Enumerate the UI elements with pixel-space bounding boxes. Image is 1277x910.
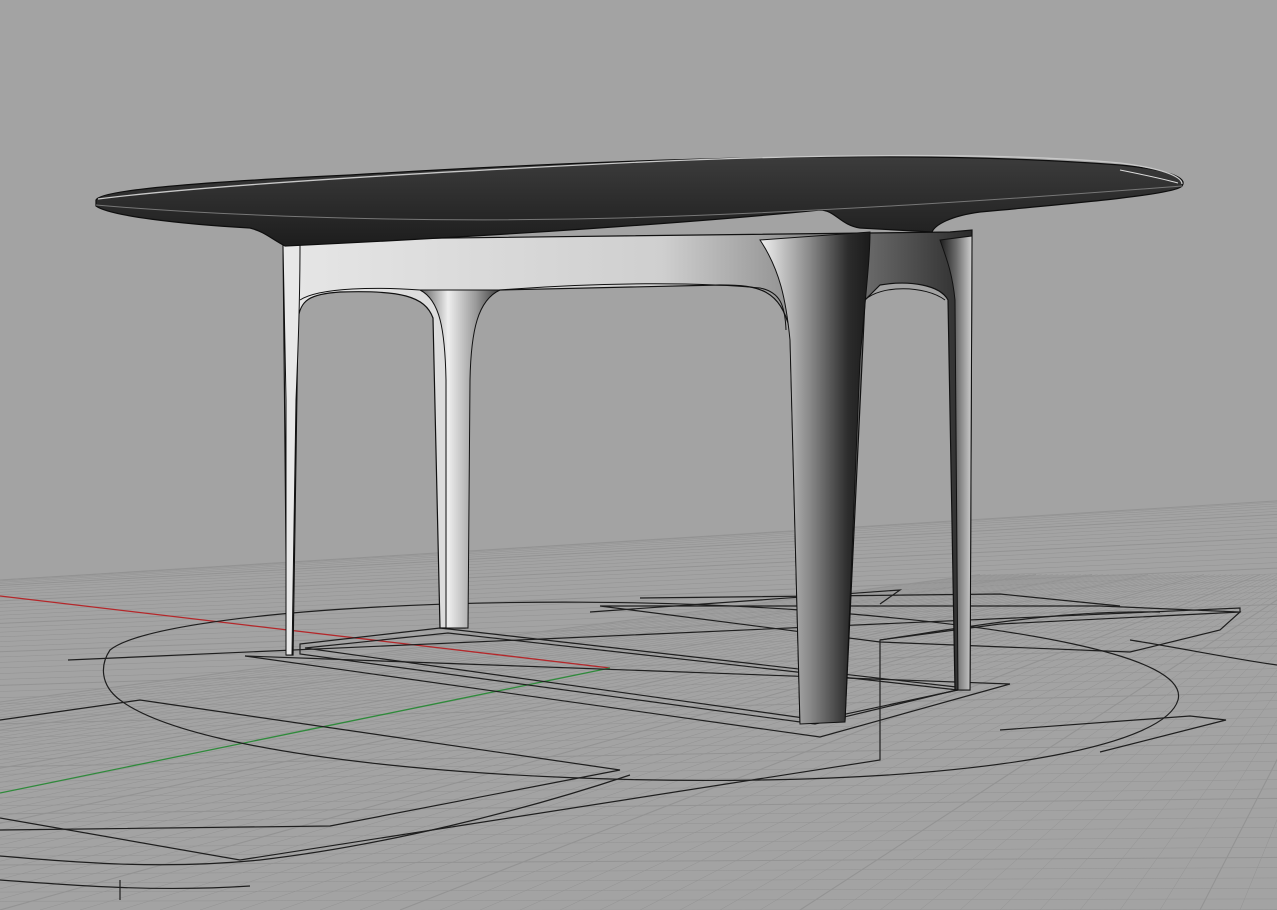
grid-line [0, 837, 1277, 848]
grid-line [0, 521, 1277, 591]
grid-line [1119, 690, 1277, 910]
grid-line [0, 817, 1277, 831]
grid-line [0, 505, 1277, 582]
grid-line [0, 807, 1277, 823]
table-model[interactable] [95, 154, 1184, 725]
grid-line [0, 877, 1277, 884]
3d-viewport[interactable] [0, 0, 1277, 910]
table-leg-back-left[interactable] [419, 289, 501, 629]
table-apron[interactable] [282, 229, 973, 723]
grid-line [0, 517, 1277, 588]
grid-line [959, 628, 1277, 910]
grid-line [0, 668, 1277, 705]
grid-line [0, 760, 1277, 783]
grid-line [0, 867, 1277, 875]
grid-line [239, 574, 1238, 910]
plan-curve-left-3 [0, 879, 251, 890]
viewport-canvas[interactable] [0, 0, 1277, 910]
construction-grid [0, 500, 1277, 910]
grid-line [0, 684, 1277, 718]
grid-line [0, 524, 1277, 593]
grid-line [119, 574, 1221, 910]
grid-line [0, 501, 1277, 581]
table-top[interactable] [95, 156, 1184, 247]
plan-curve-right-3 [1129, 639, 1277, 666]
